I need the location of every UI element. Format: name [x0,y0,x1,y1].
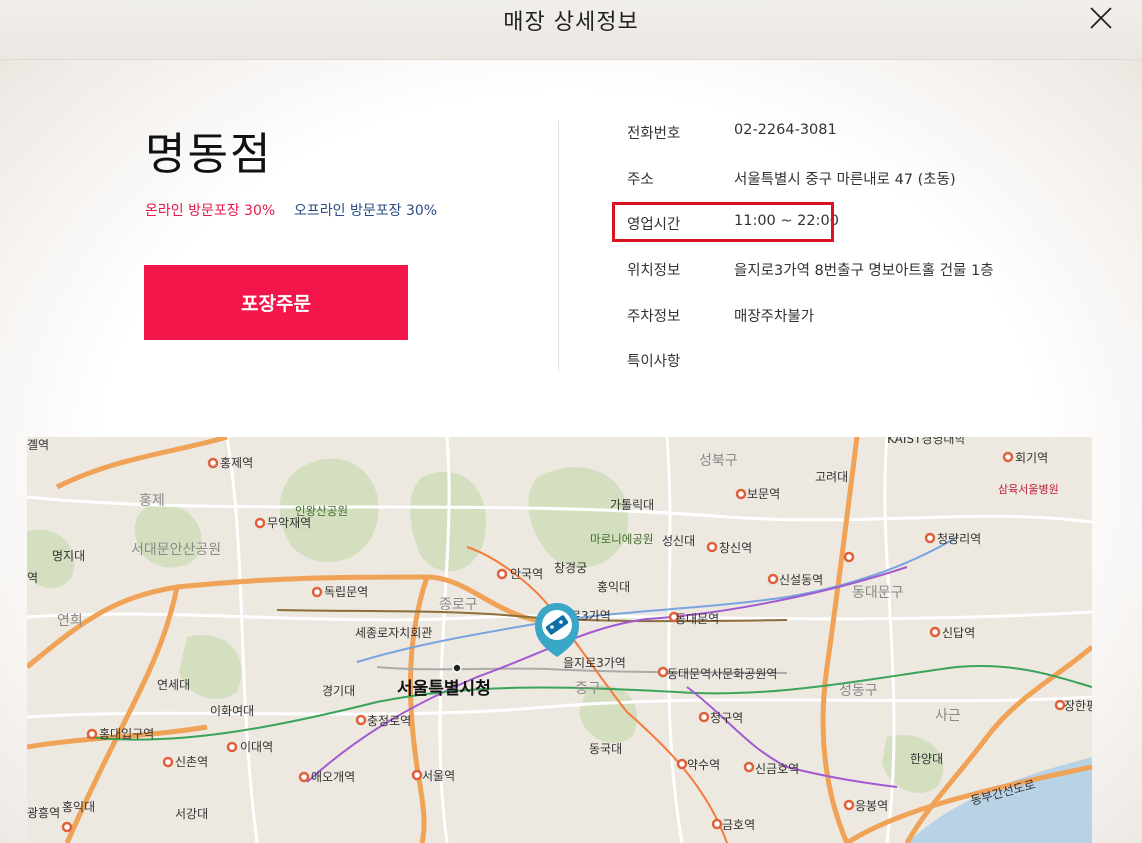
info-value: 을지로3가역 8번출구 명보아트홀 건물 1층 [734,263,994,279]
info-label: 특이사항 [627,354,681,370]
map-label: 동대문구 [852,585,904,601]
modal-title: 매장 상세정보 [503,10,639,35]
map-label: 독립문역 [324,585,368,599]
map-canvas: 홍제역 홍제 인왕산공원 무악재역 서대문안산공원 명지대 역 독립문역 연희 … [27,437,1092,843]
takeout-order-button[interactable]: 포장주문 [144,265,408,340]
map-label: 청구역 [710,711,743,725]
map-label: 삼육서울병원 [998,483,1059,496]
map-label: 애오개역 [311,770,355,784]
store-pin-icon[interactable] [535,603,579,657]
map-label: 홍대입구역 [99,727,154,741]
map-label: 신설동역 [779,573,823,587]
map-label: 이대역 [240,740,273,754]
map-label: 광흥역 [27,806,60,820]
info-label: 주차정보 [627,309,681,325]
info-label: 주소 [627,172,654,188]
map-label: 동대문역사문화공원역 [667,667,777,681]
map-label: 동국대 [589,742,622,756]
map-label: 홍제역 [220,456,253,470]
map-label: 창경궁 [554,561,587,575]
info-label: 전화번호 [627,126,681,142]
map-label: 가톨릭대 [610,498,654,512]
map-label: 곌역 [27,438,49,452]
map-label: 금호역 [722,818,755,832]
map-label: 보문역 [747,487,780,501]
map-label: 명지대 [52,549,85,563]
map-label: 홍익대 [62,800,95,814]
map-label: 고려대 [815,470,848,484]
map-label: 성동구 [839,683,878,699]
map-label: 서울역 [422,769,455,783]
promo-offline: 오프라인 방문포장 30% [294,203,438,219]
map-label: 마로니에공원 [590,532,653,546]
map-label: 청량리역 [937,532,981,546]
map-label: 세종로자치회관 [355,626,432,640]
map-label: 사근 [935,708,961,724]
map-label: 신답역 [942,626,975,640]
info-value: 서울특별시 중구 마른내로 47 (초동) [734,172,956,188]
promo-online: 온라인 방문포장 30% [145,203,276,219]
map-label: 충정로역 [367,714,411,728]
map-label: 안국역 [510,567,543,581]
hours-highlight-box [612,202,834,242]
map-label: 창신역 [719,541,752,555]
map-label: KAIST경영대학 [887,437,966,446]
map-label: 연세대 [157,678,190,692]
store-name: 명동점 [145,129,273,180]
map-label: 을지로3가역 [563,656,626,670]
map-label: 회기역 [1015,451,1048,465]
store-map[interactable]: 홍제역 홍제 인왕산공원 무악재역 서대문안산공원 명지대 역 독립문역 연희 … [27,437,1092,843]
info-label: 위치정보 [627,263,681,279]
map-label: 홍익대 [597,580,630,594]
map-label: 신촌역 [175,755,208,769]
map-label: 한양대 [910,752,943,766]
map-label: 무악재역 [267,516,311,530]
map-label: 장한평 [1064,699,1092,713]
map-label: 서대문안산공원 [131,542,221,558]
divider [558,121,559,371]
map-label: 신금호역 [755,762,799,776]
close-icon[interactable] [1088,5,1114,31]
map-label: 응봉역 [855,799,888,813]
map-label: 연희 [57,613,83,629]
map-label: 성북구 [699,453,738,469]
map-label: 성신대 [662,534,695,548]
map-label: 경기대 [322,684,355,698]
info-value: 02-2264-3081 [734,122,837,138]
city-hall-marker [452,663,462,673]
map-label: 약수역 [687,757,720,772]
info-value: 매장주차불가 [734,309,815,325]
map-label: 중구 [575,681,601,697]
map-label: 서울특별시청 [397,678,491,699]
modal-header: 매장 상세정보 [0,0,1142,60]
map-label: 역 [27,571,38,585]
map-label: 홍제 [139,493,165,509]
map-label: 이화여대 [210,704,254,718]
map-label: 종로구 [439,597,478,613]
map-label: 동대문역 [675,612,719,626]
map-label: 서강대 [175,807,208,821]
